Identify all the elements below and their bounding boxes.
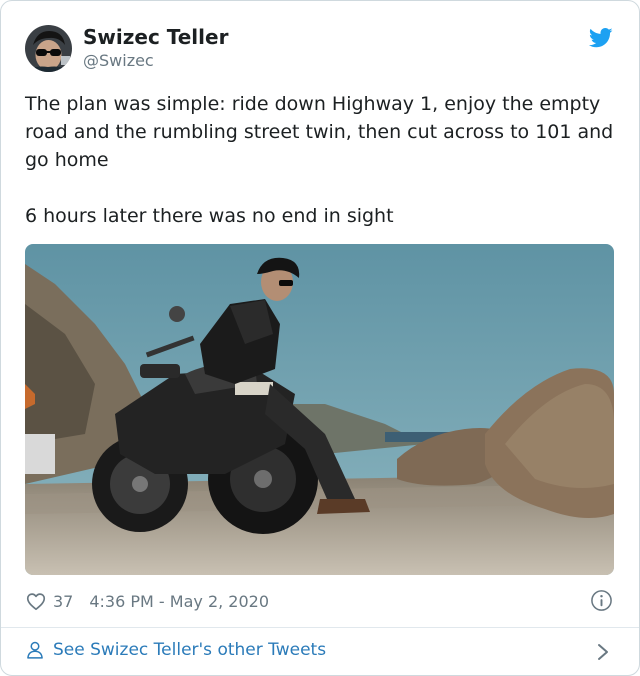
- tweet-card: Swizec Teller @Swizec The plan was simpl…: [0, 0, 640, 676]
- chevron-right-icon[interactable]: [595, 642, 611, 662]
- tweet-photo[interactable]: [25, 244, 614, 575]
- info-icon[interactable]: [590, 589, 613, 612]
- footer-divider: [1, 627, 639, 628]
- like-count: 37: [53, 591, 74, 611]
- twitter-bird-icon[interactable]: [589, 27, 613, 49]
- author-handle[interactable]: @Swizec: [83, 51, 154, 70]
- tweet-timestamp[interactable]: 4:36 PM - May 2, 2020: [89, 592, 269, 611]
- person-icon: [27, 641, 43, 659]
- tweet-paragraph: The plan was simple: ride down Highway 1…: [25, 93, 614, 171]
- tweet-meta: 37 4:36 PM - May 2, 2020: [25, 589, 625, 613]
- see-other-tweets-link[interactable]: See Swizec Teller's other Tweets: [25, 640, 326, 660]
- motorcycle-photo: [25, 244, 614, 575]
- author-avatar[interactable]: [25, 25, 72, 72]
- heart-icon: [26, 593, 46, 611]
- like-button[interactable]: 37: [25, 590, 73, 612]
- see-other-tweets-label: See Swizec Teller's other Tweets: [53, 640, 327, 660]
- tweet-text: The plan was simple: ride down Highway 1…: [25, 90, 625, 230]
- tweet-paragraph: 6 hours later there was no end in sight: [25, 205, 394, 227]
- avatar-image: [25, 25, 72, 72]
- author-name[interactable]: Swizec Teller: [83, 25, 228, 49]
